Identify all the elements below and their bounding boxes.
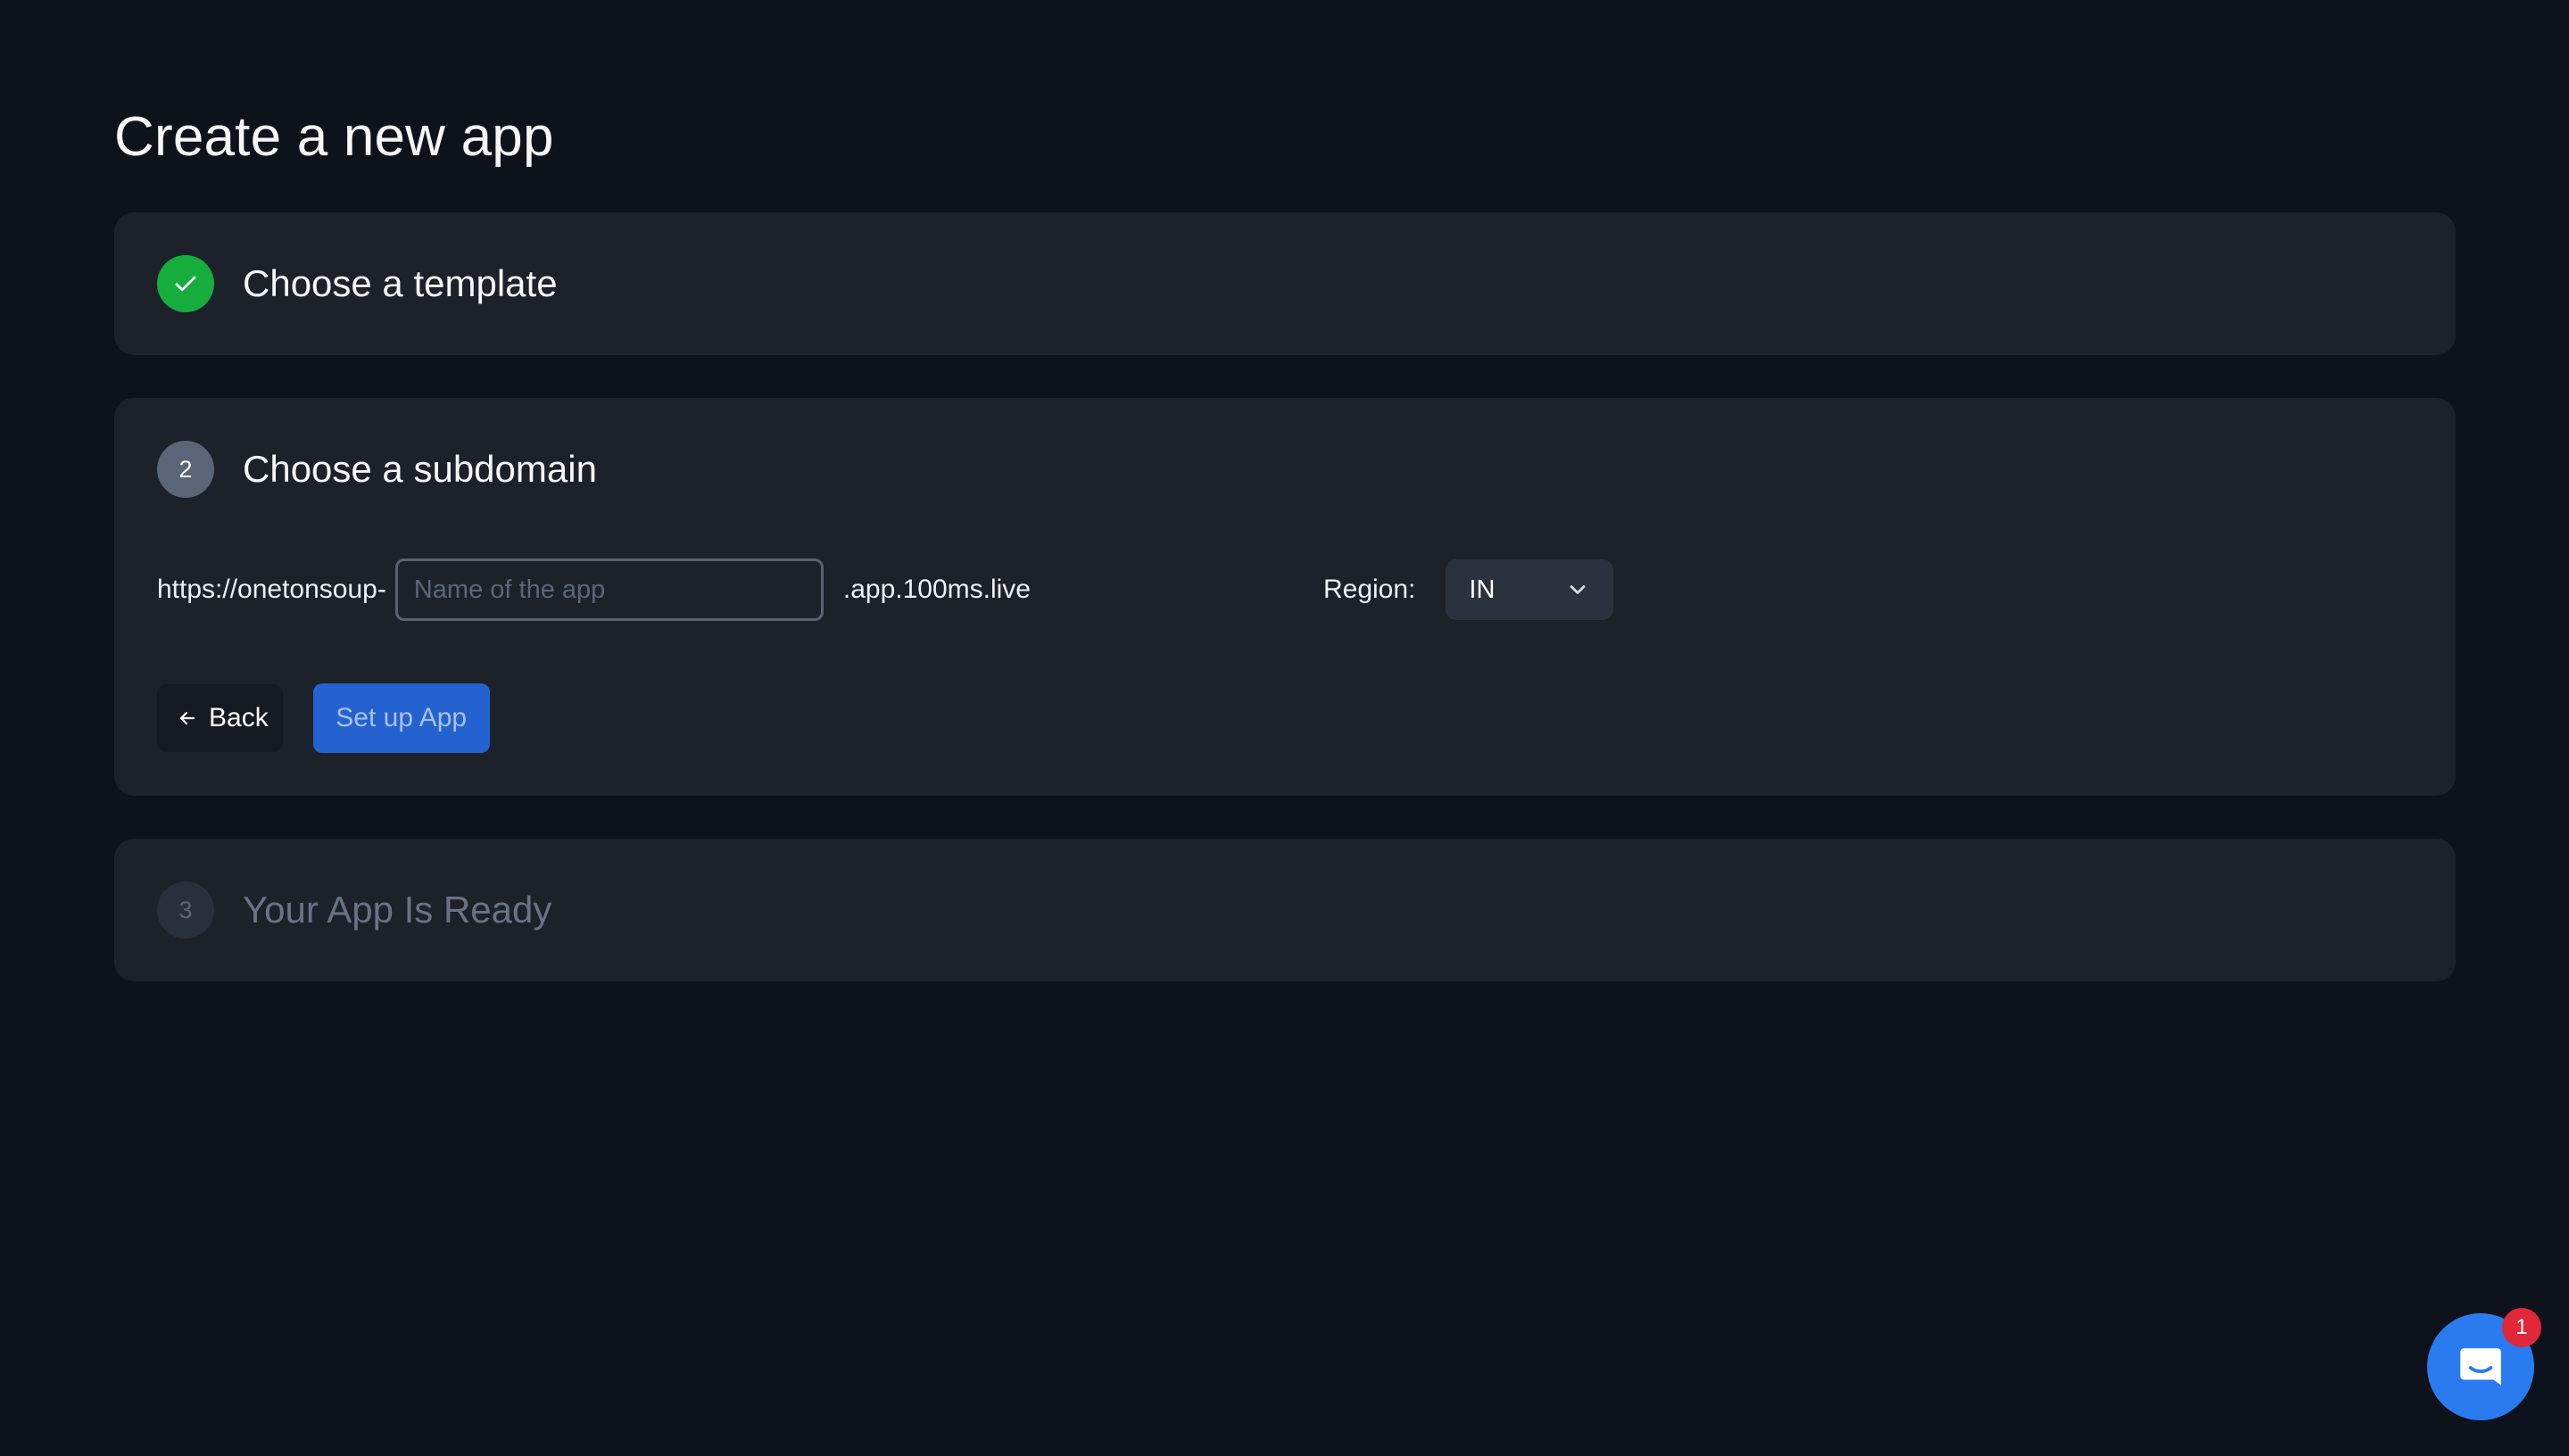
arrow-left-icon (177, 707, 198, 729)
region-value: IN (1469, 575, 1496, 604)
subdomain-row: https://onetonsoup- .app.100ms.live Regi… (157, 558, 2388, 621)
step-choose-template[interactable]: Choose a template (114, 212, 2456, 355)
step-complete-badge (157, 255, 214, 312)
step-number-badge: 3 (157, 881, 214, 939)
step-title: Choose a subdomain (243, 448, 597, 490)
app-name-input[interactable] (394, 558, 824, 621)
step-app-ready: 3 Your App Is Ready (114, 839, 2456, 981)
step-choose-subdomain: 2 Choose a subdomain https://onetonsoup-… (114, 398, 2456, 796)
actions-row: Back Set up App (157, 683, 490, 753)
page-title: Create a new app (114, 106, 554, 168)
chat-unread-badge: 1 (2502, 1308, 2541, 1347)
step-header: 2 Choose a subdomain (157, 441, 597, 498)
chevron-down-icon (1570, 585, 1586, 594)
chat-bubble-icon (2460, 1348, 2501, 1386)
step-title: Your App Is Ready (243, 889, 552, 931)
check-icon (175, 276, 196, 292)
create-app-page: Create a new app Choose a template 2 Cho… (0, 0, 2569, 1456)
back-button[interactable]: Back (157, 684, 283, 752)
step-header: 3 Your App Is Ready (157, 881, 551, 939)
step-header: Choose a template (157, 255, 558, 312)
url-suffix: .app.100ms.live (842, 575, 1031, 604)
region-label: Region: (1322, 575, 1416, 604)
set-up-app-button[interactable]: Set up App (312, 683, 490, 753)
step-title: Choose a template (243, 262, 558, 304)
region-select[interactable]: IN (1446, 559, 1614, 620)
back-button-label: Back (209, 703, 269, 732)
step-number-badge: 2 (157, 441, 214, 498)
url-prefix: https://onetonsoup- (157, 575, 386, 604)
